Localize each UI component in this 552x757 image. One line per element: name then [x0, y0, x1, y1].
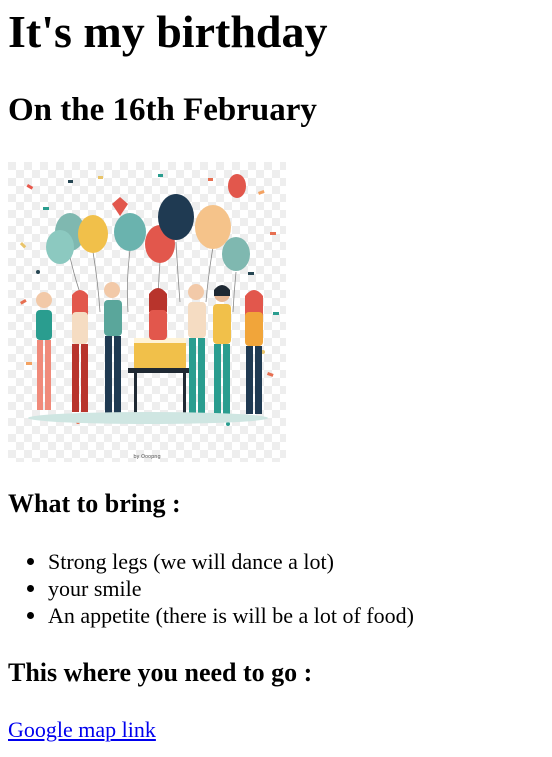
directions-heading: This where you need to go : [8, 658, 313, 687]
list-item-text: Strong legs (we will dance a lot) [48, 549, 334, 574]
google-map-link[interactable]: Google map link [8, 716, 156, 744]
image-caption: by Ooopng [133, 454, 160, 460]
bring-heading: What to bring : [8, 489, 181, 518]
bullet-icon [27, 612, 34, 619]
page-title: It's my birthday [8, 6, 328, 57]
bring-list: Strong legs (we will dance a lot) your s… [8, 548, 414, 629]
list-item-text: your smile [48, 576, 142, 601]
list-item: your smile [27, 575, 414, 602]
page-subtitle: On the 16th February [8, 92, 317, 128]
bullet-icon [27, 585, 34, 592]
birthday-party-image: by Ooopng [8, 162, 286, 462]
list-item: An appetite (there is will be a lot of f… [27, 602, 414, 629]
bullet-icon [27, 558, 34, 565]
list-item-text: An appetite (there is will be a lot of f… [48, 603, 414, 628]
list-item: Strong legs (we will dance a lot) [27, 548, 414, 575]
